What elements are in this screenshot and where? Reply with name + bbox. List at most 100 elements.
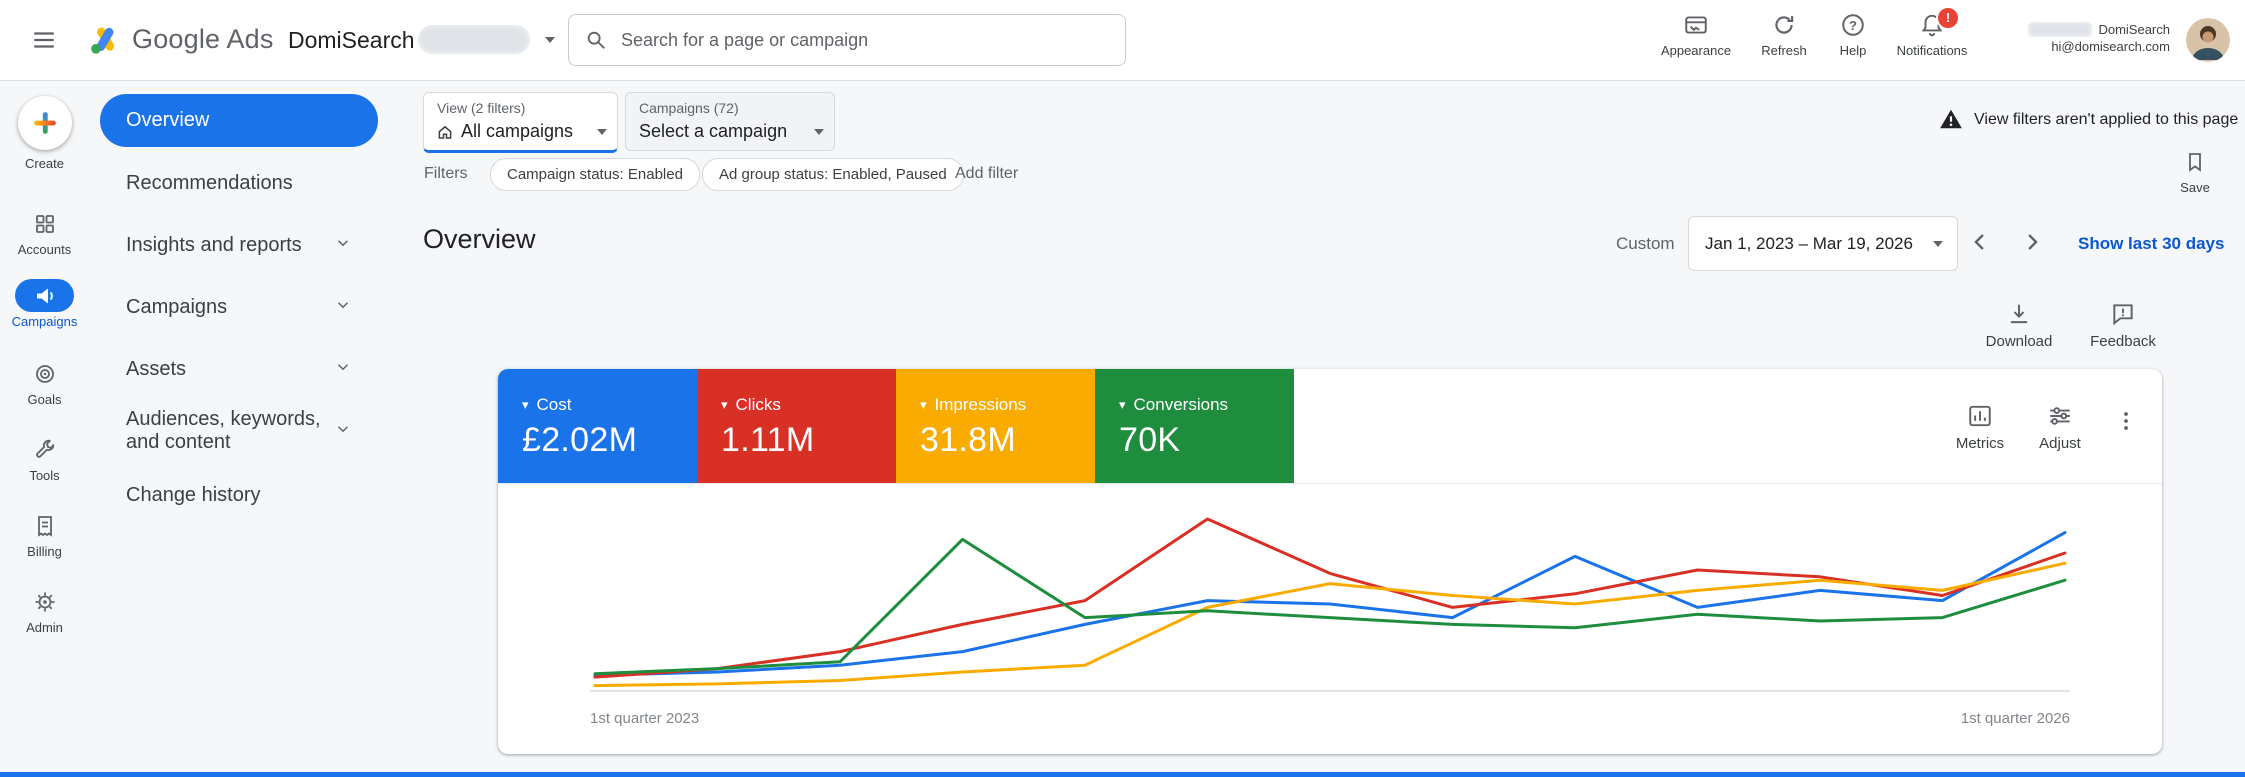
chevron-left-icon[interactable] [1966, 228, 1994, 256]
accounts-icon [33, 212, 57, 236]
avatar[interactable] [2186, 18, 2230, 62]
filter-chip-campaign-status[interactable]: Campaign status: Enabled [490, 158, 700, 191]
feedback-label: Feedback [2090, 333, 2156, 350]
page-title: Overview [423, 224, 536, 254]
adjust-button[interactable]: Adjust [2010, 403, 2110, 452]
sidebar-insights-label: Insights and reports [126, 234, 302, 256]
overview-chart[interactable] [590, 501, 2070, 701]
help-icon: ? [1840, 12, 1866, 38]
appearance-label: Appearance [1660, 43, 1732, 58]
account-switcher-caret-icon[interactable] [545, 37, 555, 43]
search-icon [585, 29, 607, 51]
scorecard-label: Conversions [1133, 395, 1229, 414]
sidebar-assets-label: Assets [126, 358, 187, 380]
save-button[interactable]: Save [2160, 150, 2230, 195]
notifications-label: Notifications [1896, 43, 1968, 58]
rail-label-goals: Goals [27, 392, 62, 407]
profile-info: DomiSearch hi@domisearch.com [1995, 21, 2170, 55]
sidebar-item-recommendations[interactable]: Recommendations [126, 172, 293, 195]
campaign-selector[interactable]: Campaigns (72) Select a campaign [625, 92, 835, 151]
product-name: Google Ads [132, 24, 274, 54]
account-name: DomiSearch [288, 27, 415, 53]
scorecard-value: 70K [1119, 421, 1181, 459]
adjust-label: Adjust [2039, 435, 2081, 452]
filter-chip-adgroup-status[interactable]: Ad group status: Enabled, Paused [702, 158, 964, 191]
rail-item-admin[interactable]: Admin [0, 590, 89, 635]
adjust-sliders-icon [2047, 403, 2073, 429]
plus-icon [32, 110, 58, 136]
date-mode-label: Custom [1616, 234, 1675, 253]
sidebar-item-change-history[interactable]: Change history [126, 484, 261, 507]
view-caret-icon [597, 129, 607, 135]
notifications-button[interactable]: ! Notifications [1884, 6, 1980, 58]
date-range-picker[interactable]: Jan 1, 2023 – Mar 19, 2026 [1688, 216, 1958, 271]
tools-icon [33, 438, 57, 462]
svg-text:?: ? [1849, 18, 1857, 33]
rail-label-tools: Tools [29, 468, 60, 483]
rail-item-accounts[interactable]: Accounts [0, 212, 89, 257]
chevron-down-icon[interactable] [334, 358, 352, 376]
redacted-customer-id [418, 25, 530, 54]
scorecard-impressions[interactable]: ▾ Impressions 31.8M [896, 369, 1095, 483]
scorecard-label: Impressions [934, 395, 1027, 414]
chevron-down-icon[interactable] [334, 296, 352, 314]
rail-label-accounts: Accounts [17, 242, 72, 257]
rail-item-campaigns[interactable]: Campaigns [0, 279, 89, 329]
sidebar-item-campaigns[interactable]: Campaigns [126, 296, 227, 319]
window-edge-accent [0, 772, 2245, 777]
sidebar-overview-label: Overview [126, 109, 210, 131]
chevron-right-icon[interactable] [2018, 228, 2046, 256]
sidebar-nav: Overview Recommendations Insights and re… [89, 80, 387, 777]
global-search[interactable] [568, 14, 1126, 66]
warning-icon [1938, 106, 1964, 132]
scorecard-value: 1.11M [721, 421, 815, 459]
scorecard-conversions[interactable]: ▾ Conversions 70K [1095, 369, 1294, 483]
overview-card: ▾ Cost £2.02M ▾ Clicks 1.11M ▾ Impressions … [498, 369, 2162, 754]
scorecard-label: Cost [536, 395, 572, 414]
add-filter-button[interactable]: Add filter [955, 165, 1018, 183]
rail-label-create: Create [24, 156, 65, 171]
appearance-button[interactable]: Appearance [1650, 12, 1742, 58]
download-icon [2006, 301, 2032, 327]
view-selector-label: View (2 filters) [437, 100, 526, 116]
sidebar-audiences-label: Audiences, keywords, and content [126, 408, 321, 453]
sidebar-item-audiences[interactable]: Audiences, keywords, and content [126, 408, 322, 454]
refresh-button[interactable]: Refresh [1746, 12, 1822, 58]
rail-label-admin: Admin [26, 620, 63, 635]
redacted-account-label [2028, 22, 2093, 37]
rail-item-billing[interactable]: Billing [0, 514, 89, 559]
campaign-selector-label: Campaigns (72) [639, 100, 739, 116]
arrow-drop-down-icon: ▾ [920, 397, 927, 412]
download-button[interactable]: Download [1978, 301, 2060, 350]
feedback-button[interactable]: Feedback [2082, 301, 2164, 350]
sidebar-change-history-label: Change history [126, 484, 261, 506]
scorecard-label: Clicks [735, 395, 781, 414]
scorecard-cost[interactable]: ▾ Cost £2.02M [498, 369, 697, 483]
scorecard-clicks[interactable]: ▾ Clicks 1.11M [697, 369, 896, 483]
filters-label: Filters [424, 165, 468, 182]
view-selector[interactable]: View (2 filters) All campaigns [423, 92, 618, 153]
x-axis-label-start: 1st quarter 2023 [590, 710, 700, 727]
rail-item-goals[interactable]: Goals [0, 362, 89, 407]
help-button[interactable]: ? Help [1826, 12, 1880, 58]
more-vert-icon[interactable] [2114, 409, 2138, 433]
sidebar-item-assets[interactable]: Assets [126, 358, 186, 381]
rail-label-billing: Billing [27, 544, 62, 559]
menu-icon[interactable] [30, 27, 58, 53]
show-last-30-days-link[interactable]: Show last 30 days [2078, 234, 2224, 254]
refresh-label: Refresh [1761, 43, 1807, 58]
profile-name: DomiSearch [2098, 22, 2170, 37]
sidebar-item-overview[interactable]: Overview [100, 94, 378, 147]
home-icon [436, 123, 454, 141]
rail-item-tools[interactable]: Tools [0, 438, 89, 483]
view-selector-value: All campaigns [461, 121, 574, 141]
chevron-down-icon[interactable] [334, 234, 352, 252]
rail-label-campaigns: Campaigns [11, 314, 78, 329]
sidebar-campaigns-label: Campaigns [126, 296, 228, 318]
sidebar-item-insights-and-reports[interactable]: Insights and reports [126, 234, 302, 257]
search-input[interactable] [619, 28, 1109, 52]
chevron-down-icon[interactable] [334, 420, 352, 438]
date-range-value: Jan 1, 2023 – Mar 19, 2026 [1705, 233, 1913, 253]
notification-badge: ! [1936, 6, 1960, 30]
rail-item-create[interactable]: Create [0, 96, 89, 171]
